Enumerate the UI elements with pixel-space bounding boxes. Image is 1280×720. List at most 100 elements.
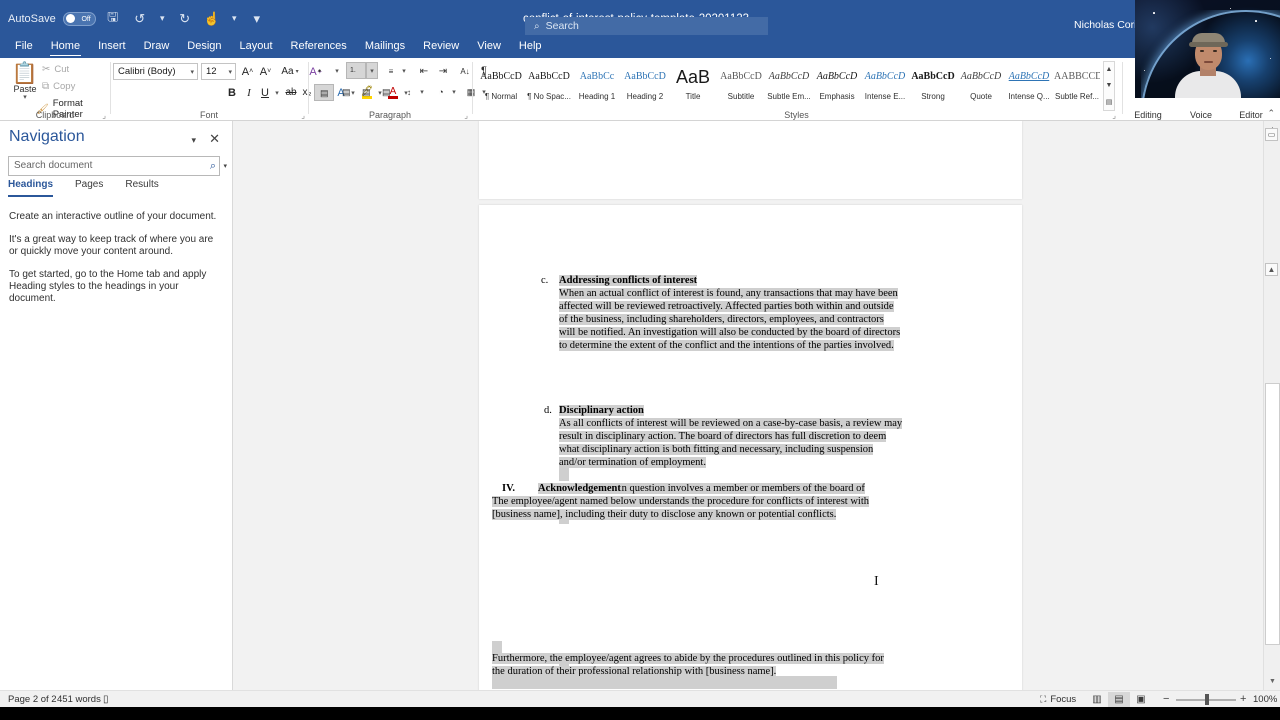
underline-caret-icon[interactable]: ▾ xyxy=(272,84,282,101)
grow-font-button[interactable]: A ˄ xyxy=(239,63,256,80)
style-heading-1[interactable]: AaBbCc Heading 1 xyxy=(573,61,621,111)
style-title[interactable]: AaB Title xyxy=(669,61,717,111)
navigation-search-input[interactable]: Search document xyxy=(8,156,220,176)
ribbon-tab-draw[interactable]: Draw xyxy=(135,37,179,58)
style-emphasis[interactable]: AaBbCcD Emphasis xyxy=(813,61,861,111)
bullets-button[interactable]: • xyxy=(315,63,333,79)
shading-caret-icon[interactable]: ▾ xyxy=(449,84,459,100)
paragraph-furthermore[interactable]: Furthermore, the employee/agent agrees t… xyxy=(492,653,952,679)
justify-button[interactable]: ▤ xyxy=(376,84,396,100)
paragraph-addressing-conflicts[interactable]: Addressing conflicts of interest When an… xyxy=(559,275,979,352)
shading-button[interactable]: ◔ xyxy=(432,84,450,100)
page-indicator[interactable]: Page 2 of 2 xyxy=(8,694,57,705)
ribbon-tab-layout[interactable]: Layout xyxy=(231,37,282,58)
scrollbar-thumb[interactable] xyxy=(1265,383,1280,645)
ribbon-tab-review[interactable]: Review xyxy=(414,37,468,58)
ribbon-tab-insert[interactable]: Insert xyxy=(89,37,135,58)
paragraph-acknowledgement[interactable]: Acknowledgement The employee/agent named… xyxy=(492,483,952,522)
ribbon-tab-home[interactable]: Home xyxy=(42,37,89,58)
undo-caret-icon[interactable]: ▾ xyxy=(157,9,168,29)
copy-button[interactable]: ⧉ Copy xyxy=(42,81,75,92)
search-box[interactable]: ⌕ Search xyxy=(525,17,768,35)
read-mode-button[interactable]: ▥ xyxy=(1086,692,1108,707)
styles-scroll-controls[interactable]: ▲ ▼ ▤ xyxy=(1103,61,1115,111)
styles-scroll-down-icon[interactable]: ▼ xyxy=(1106,82,1113,89)
align-center-button[interactable]: ▤ xyxy=(336,84,356,100)
italic-button[interactable]: I xyxy=(241,84,257,101)
multilevel-caret-icon[interactable]: ▾ xyxy=(399,63,409,79)
document-canvas[interactable]: c. Addressing conflicts of interest When… xyxy=(233,121,1263,690)
touch-caret-icon[interactable]: ▾ xyxy=(229,9,240,29)
style--normal[interactable]: AaBbCcD ¶ Normal xyxy=(477,61,525,111)
ribbon-tab-design[interactable]: Design xyxy=(178,37,230,58)
style-intense-e[interactable]: AaBbCcD Intense E... xyxy=(861,61,909,111)
paragraph-disciplinary-action[interactable]: Disciplinary action As all conflicts of … xyxy=(559,405,979,470)
numbering-caret-icon[interactable]: ▾ xyxy=(366,62,378,79)
save-icon[interactable]: 🖫 xyxy=(103,9,123,29)
zoom-out-button[interactable]: − xyxy=(1163,693,1169,705)
styles-more-icon[interactable]: ▤ xyxy=(1106,98,1113,106)
clipboard-dialog-launcher[interactable]: ⌟ xyxy=(102,111,106,120)
zoom-in-button[interactable]: + xyxy=(1240,693,1246,705)
bullets-caret-icon[interactable]: ▾ xyxy=(332,63,342,79)
style-intense-q[interactable]: AaBbCcD Intense Q... xyxy=(1005,61,1053,111)
editing-group-button[interactable]: Editing xyxy=(1127,110,1169,120)
web-layout-button[interactable]: ▣ xyxy=(1130,692,1152,707)
style-heading-2[interactable]: AaBbCcD Heading 2 xyxy=(621,61,669,111)
navigation-tab-pages[interactable]: Pages xyxy=(75,179,103,197)
ribbon-tab-mailings[interactable]: Mailings xyxy=(356,37,414,58)
navigation-tab-headings[interactable]: Headings xyxy=(8,179,54,197)
proofing-errors-icon[interactable]: ▯ xyxy=(103,694,109,705)
redo-icon[interactable]: ↻ xyxy=(175,9,195,29)
voice-group-button[interactable]: Voice xyxy=(1180,110,1222,120)
style-quote[interactable]: AaBbCcD Quote xyxy=(957,61,1005,111)
previous-page-button[interactable]: ▲ xyxy=(1265,263,1278,276)
split-window-handle[interactable]: ▭ xyxy=(1265,128,1278,141)
line-spacing-caret-icon[interactable]: ▾ xyxy=(417,84,427,100)
shrink-font-button[interactable]: A ˅ xyxy=(257,63,274,80)
font-dialog-launcher[interactable]: ⌟ xyxy=(301,111,305,120)
scroll-down-arrow-icon[interactable]: ▼ xyxy=(1264,673,1280,690)
font-size-combo[interactable]: 12 ▾ xyxy=(201,63,236,80)
autosave-toggle[interactable]: Off xyxy=(62,11,96,26)
navigation-tab-results[interactable]: Results xyxy=(125,179,158,197)
navigation-options-caret-icon[interactable]: ▾ xyxy=(191,135,196,146)
paragraph-dialog-launcher[interactable]: ⌟ xyxy=(464,111,468,120)
style-strong[interactable]: AaBbCcD Strong xyxy=(909,61,957,111)
zoom-slider-thumb[interactable] xyxy=(1205,694,1209,705)
line-spacing-button[interactable]: ↕ xyxy=(400,84,418,100)
word-count[interactable]: 451 words xyxy=(57,694,101,705)
style--no-spac[interactable]: AaBbCcD ¶ No Spac... xyxy=(525,61,573,111)
styles-dialog-launcher[interactable]: ⌟ xyxy=(1112,111,1116,120)
navigation-search-caret-icon[interactable]: ▾ xyxy=(223,162,227,170)
ribbon-tab-help[interactable]: Help xyxy=(510,37,551,58)
cut-button[interactable]: ✂ Cut xyxy=(42,64,69,75)
font-name-caret-icon[interactable]: ▾ xyxy=(190,68,194,76)
align-left-button[interactable]: ▤ xyxy=(314,84,334,101)
align-right-button[interactable]: ▤ xyxy=(356,84,376,100)
ribbon-tab-file[interactable]: File xyxy=(6,37,42,58)
vertical-scrollbar[interactable]: ▲ ▼ xyxy=(1263,121,1280,690)
style-subtle-em[interactable]: AaBbCcD Subtle Em... xyxy=(765,61,813,111)
font-size-caret-icon[interactable]: ▾ xyxy=(228,68,232,76)
numbering-button[interactable]: 1. xyxy=(346,62,366,79)
customize-qat-icon[interactable]: ▾ xyxy=(247,9,267,29)
styles-gallery[interactable]: AaBbCcD ¶ Normal AaBbCcD ¶ No Spac... AaBbCc… xyxy=(477,61,1103,111)
touch-mode-icon[interactable]: ☝ xyxy=(202,9,222,29)
strikethrough-button[interactable]: ab xyxy=(283,84,299,101)
bold-button[interactable]: B xyxy=(224,84,240,101)
decrease-indent-button[interactable]: ⇤ xyxy=(415,63,433,79)
navigation-search-icon[interactable]: ⌕ xyxy=(210,160,216,173)
zoom-level[interactable]: 100% xyxy=(1253,694,1277,705)
increase-indent-button[interactable]: ⇥ xyxy=(434,63,452,79)
focus-mode-button[interactable]: ⛶ Focus xyxy=(1040,692,1076,707)
ribbon-tab-references[interactable]: References xyxy=(282,37,356,58)
multilevel-list-button[interactable]: ≡ xyxy=(382,63,400,79)
print-layout-button[interactable]: ▤ xyxy=(1108,692,1130,707)
underline-button[interactable]: U xyxy=(257,84,273,101)
ribbon-tab-view[interactable]: View xyxy=(468,37,510,58)
editor-group-button[interactable]: Editor xyxy=(1230,110,1272,120)
navigation-close-icon[interactable]: ✕ xyxy=(209,131,220,147)
collapse-ribbon-icon[interactable]: ⌃ xyxy=(1267,108,1275,119)
undo-icon[interactable]: ↺ xyxy=(130,9,150,29)
